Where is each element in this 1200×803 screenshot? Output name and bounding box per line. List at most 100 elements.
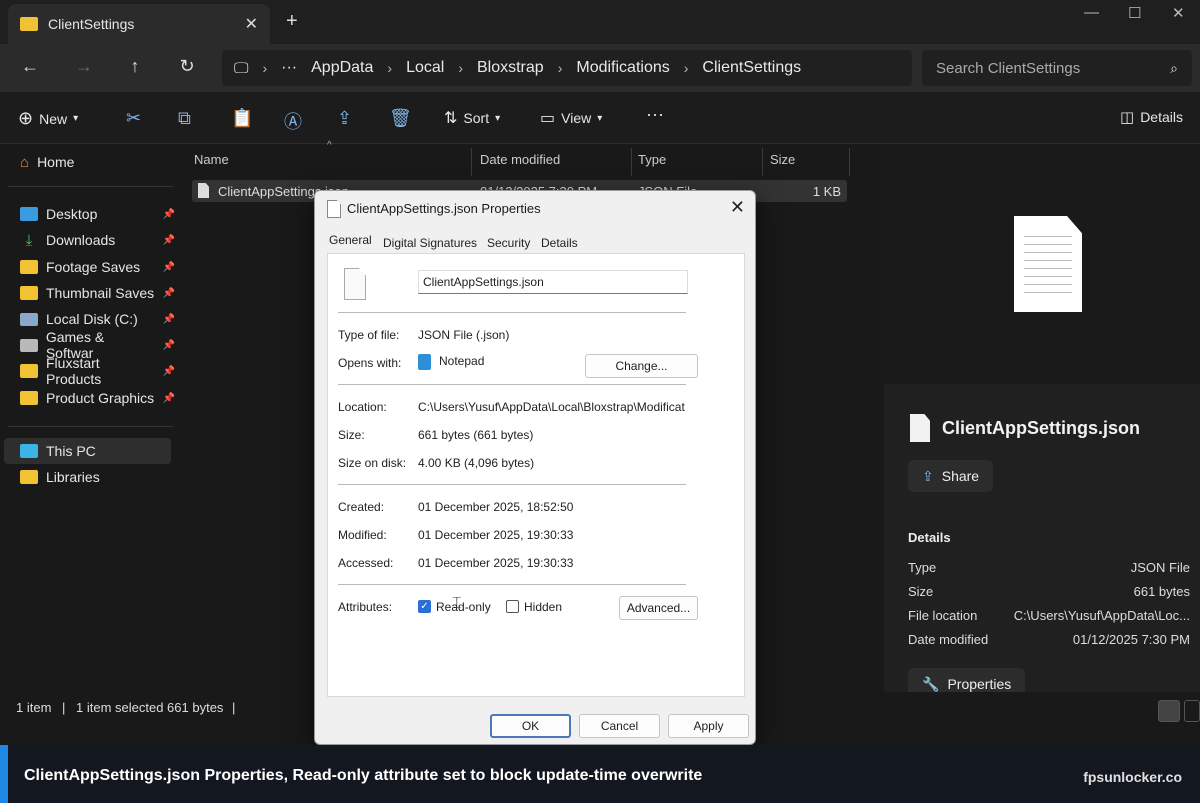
column-divider[interactable]: [849, 148, 850, 176]
sidebar-item-fluxstart-products[interactable]: Fluxstart Products 📌: [20, 355, 175, 387]
tab-digital-signatures[interactable]: Digital Signatures: [383, 236, 477, 250]
computer-icon[interactable]: 🖵: [234, 60, 248, 77]
tab-close-icon[interactable]: ✕: [245, 14, 258, 34]
sort-button[interactable]: ⇅ Sort ▾: [444, 108, 500, 128]
drive-icon: [20, 312, 38, 326]
search-icon[interactable]: ⌕: [1170, 60, 1178, 77]
pin-icon: 📌: [162, 287, 175, 299]
brand-watermark: fpsunlocker.co: [1083, 769, 1182, 785]
sidebar-item-downloads[interactable]: ⤓ Downloads 📌: [20, 228, 175, 252]
tab-general[interactable]: General: [329, 233, 372, 247]
read-only-label[interactable]: Read-only: [436, 600, 491, 614]
rename-icon[interactable]: Ⓐ: [284, 108, 302, 134]
chevron-right-icon: ›: [458, 60, 463, 76]
sidebar-item-desktop[interactable]: Desktop 📌: [20, 202, 175, 226]
created-value: 01 December 2025, 18:52:50: [418, 500, 574, 514]
column-header-name[interactable]: Name: [194, 152, 229, 167]
up-button[interactable]: ↑: [123, 56, 147, 77]
opens-with-app: Notepad: [439, 354, 485, 369]
read-only-checkbox[interactable]: ✓: [418, 600, 431, 613]
apply-button[interactable]: Apply: [668, 714, 749, 738]
sidebar-item-local-disk[interactable]: Local Disk (C:) 📌: [20, 307, 175, 331]
details-row-date: Date modified 01/12/2025 7:30 PM: [908, 632, 1190, 647]
close-window-button[interactable]: ✕: [1172, 4, 1185, 22]
advanced-button[interactable]: Advanced...: [619, 596, 698, 620]
details-view-button[interactable]: [1158, 700, 1180, 722]
breadcrumb-modifications[interactable]: Modifications: [576, 59, 669, 77]
sidebar-item-product-graphics[interactable]: Product Graphics 📌: [20, 386, 175, 410]
tiles-view-button[interactable]: [1184, 700, 1200, 722]
accessed-value: 01 December 2025, 19:30:33: [418, 556, 574, 570]
more-options-button[interactable]: ···: [646, 104, 664, 125]
tab-details[interactable]: Details: [541, 236, 578, 250]
pin-icon: 📌: [162, 392, 175, 404]
file-icon: [327, 200, 341, 218]
close-icon[interactable]: ✕: [730, 197, 745, 218]
sidebar-item-libraries[interactable]: Libraries: [20, 465, 175, 489]
sidebar-item-this-pc[interactable]: This PC: [20, 439, 175, 463]
sidebar-item-footage-saves[interactable]: Footage Saves 📌: [20, 255, 175, 279]
size-label: Size:: [338, 428, 365, 442]
breadcrumb-more[interactable]: ···: [281, 59, 297, 77]
back-button[interactable]: ←: [18, 56, 42, 77]
sidebar-item-label: Downloads: [46, 232, 116, 248]
type-label: Type of file:: [338, 328, 400, 342]
properties-label: Properties: [947, 676, 1012, 692]
maximize-button[interactable]: ☐: [1128, 4, 1141, 22]
sidebar-item-home[interactable]: ⌂ Home: [20, 150, 175, 174]
tab-client-settings[interactable]: ClientSettings ✕: [8, 4, 270, 44]
ok-button[interactable]: OK: [490, 714, 571, 738]
tab-security[interactable]: Security: [487, 236, 530, 250]
breadcrumb-appdata[interactable]: AppData: [311, 59, 373, 77]
column-divider[interactable]: [762, 148, 763, 176]
hidden-checkbox[interactable]: [506, 600, 519, 613]
divider: [338, 312, 686, 313]
change-button[interactable]: Change...: [585, 354, 698, 378]
file-icon: [198, 183, 209, 198]
details-pane-button[interactable]: ◫ Details: [1120, 108, 1183, 126]
share-icon[interactable]: ⇪: [337, 108, 352, 129]
chevron-down-icon: ▾: [73, 113, 79, 124]
column-divider[interactable]: [471, 148, 472, 176]
breadcrumb-local[interactable]: Local: [406, 59, 444, 77]
hidden-label[interactable]: Hidden: [524, 600, 562, 614]
minimize-button[interactable]: —: [1084, 4, 1099, 21]
column-header-type[interactable]: Type: [638, 152, 666, 167]
mouse-cursor-icon: ⌶: [452, 595, 462, 612]
attributes-label: Attributes:: [338, 600, 393, 614]
status-divider: |: [232, 700, 236, 715]
search-placeholder: Search ClientSettings: [936, 59, 1081, 77]
sidebar-item-games-software[interactable]: Games & Softwar 📌: [20, 329, 175, 361]
column-divider[interactable]: [631, 148, 632, 176]
cut-icon[interactable]: ✂: [126, 108, 141, 129]
delete-icon[interactable]: 🗑: [389, 108, 412, 129]
folder-icon: [20, 391, 38, 405]
column-header-size[interactable]: Size: [770, 152, 795, 167]
desktop-icon: [20, 207, 38, 221]
new-button[interactable]: ⊕ New ▾: [18, 108, 78, 129]
divider: [8, 426, 173, 427]
breadcrumb[interactable]: 🖵 › ··· AppData › Local › Bloxstrap › Mo…: [222, 50, 912, 86]
refresh-button[interactable]: ↻: [175, 56, 199, 77]
navigation-pane: ⌂ Home Desktop 📌 ⤓ Downloads 📌 Footage S…: [0, 144, 180, 692]
cancel-button[interactable]: Cancel: [579, 714, 660, 738]
sidebar-item-label: Fluxstart Products: [46, 355, 102, 387]
forward-button[interactable]: →: [72, 56, 96, 77]
sidebar-item-thumbnail-saves[interactable]: Thumbnail Saves 📌: [20, 281, 175, 305]
copy-icon[interactable]: ⧉: [178, 108, 191, 129]
column-header-date[interactable]: Date modified: [480, 152, 560, 167]
new-tab-button[interactable]: +: [286, 10, 298, 33]
share-button[interactable]: ⇪ Share: [908, 460, 994, 492]
search-input[interactable]: Search ClientSettings ⌕: [922, 50, 1192, 86]
details-row-location: File location C:\Users\Yusuf\AppData\Loc…: [908, 608, 1190, 623]
paste-icon[interactable]: 📋: [231, 108, 253, 129]
breadcrumb-clientsettings[interactable]: ClientSettings: [702, 59, 801, 77]
breadcrumb-bloxstrap[interactable]: Bloxstrap: [477, 59, 544, 77]
sidebar-item-label: This PC: [46, 443, 96, 459]
plus-circle-icon: ⊕: [18, 108, 34, 128]
view-button[interactable]: ▭ View ▾: [540, 108, 602, 128]
file-name-field[interactable]: [418, 270, 688, 294]
details-pane-icon: ◫: [1120, 109, 1135, 126]
chevron-right-icon: ›: [683, 60, 689, 76]
details-file-title: ClientAppSettings.json: [910, 414, 1140, 442]
